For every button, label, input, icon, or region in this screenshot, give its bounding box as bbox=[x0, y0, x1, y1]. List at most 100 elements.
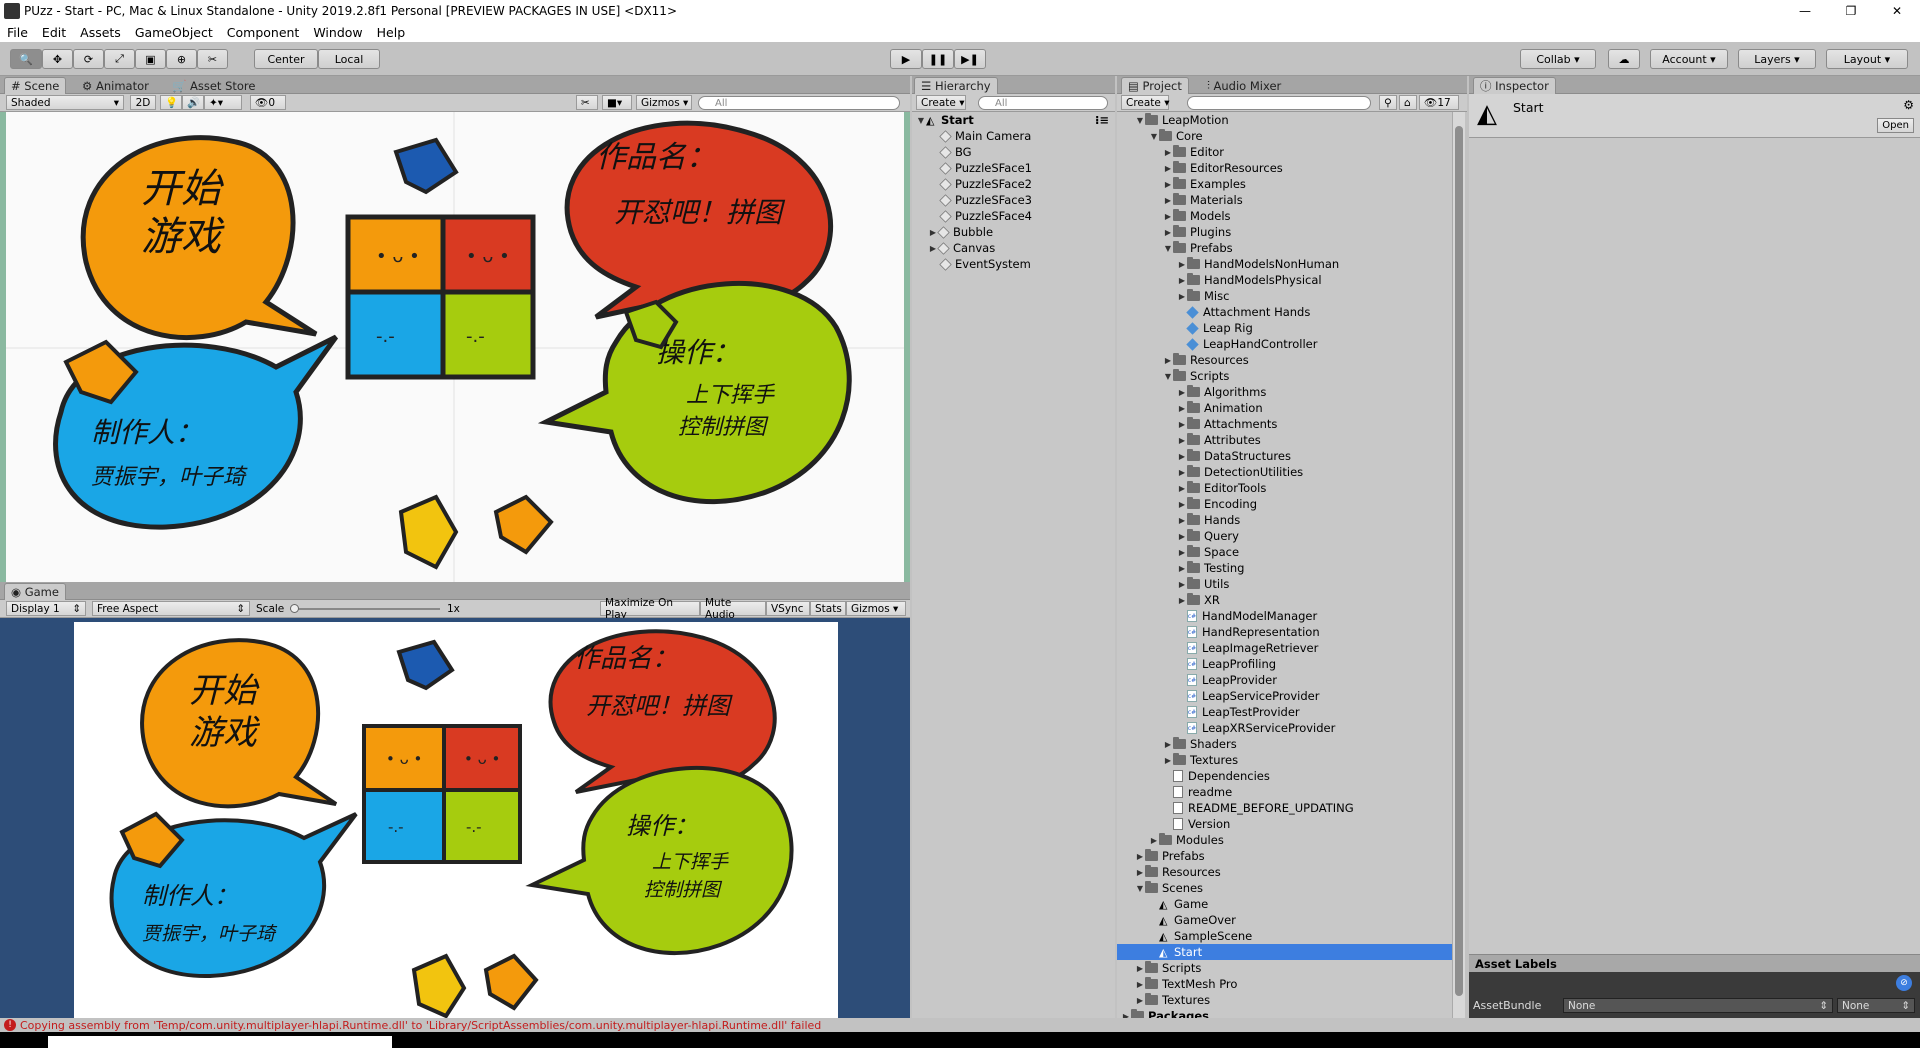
scale-slider[interactable] bbox=[290, 608, 440, 610]
collapse-arrow-icon[interactable]: ▶ bbox=[1135, 868, 1145, 877]
game-gizmos-dropdown[interactable]: Gizmos ▾ bbox=[846, 601, 906, 616]
collapse-arrow-icon[interactable]: ▶ bbox=[1135, 852, 1145, 861]
account-dropdown[interactable]: Account ▾ bbox=[1650, 49, 1728, 69]
vsync-toggle[interactable]: VSync bbox=[766, 601, 810, 616]
project-scrollbar[interactable] bbox=[1452, 112, 1465, 1018]
layout-dropdown[interactable]: Layout ▾ bbox=[1826, 49, 1908, 69]
tab-inspector[interactable]: ⓘ Inspector bbox=[1473, 77, 1556, 94]
project-item[interactable]: ▶ Examples bbox=[1117, 176, 1452, 192]
collapse-arrow-icon[interactable]: ▶ bbox=[1177, 548, 1187, 557]
custom-tool-icon[interactable]: ✂ bbox=[197, 49, 228, 69]
project-item[interactable]: ▼ Core bbox=[1117, 128, 1452, 144]
project-item[interactable]: ▶ Resources bbox=[1117, 864, 1452, 880]
tab-project[interactable]: ▤ Project bbox=[1121, 77, 1189, 94]
project-item[interactable]: ▼ LeapMotion bbox=[1117, 112, 1452, 128]
menu-help[interactable]: Help bbox=[370, 25, 413, 40]
project-item[interactable]: ▶ Misc bbox=[1117, 288, 1452, 304]
collab-dropdown[interactable]: Collab ▾ bbox=[1520, 49, 1596, 69]
project-item[interactable]: ▼ Scenes bbox=[1117, 880, 1452, 896]
2d-toggle[interactable]: 2D bbox=[130, 95, 156, 110]
project-item[interactable]: readme bbox=[1117, 784, 1452, 800]
project-item[interactable]: LeapHandController bbox=[1117, 336, 1452, 352]
collapse-arrow-icon[interactable]: ▶ bbox=[1177, 532, 1187, 541]
collapse-arrow-icon[interactable]: ▶ bbox=[1177, 276, 1187, 285]
expand-arrow-icon[interactable]: ▼ bbox=[916, 116, 926, 125]
menu-window[interactable]: Window bbox=[306, 25, 369, 40]
project-item[interactable]: c# HandModelManager bbox=[1117, 608, 1452, 624]
collapse-arrow-icon[interactable]: ▶ bbox=[1177, 580, 1187, 589]
project-item[interactable]: ▶ TextMesh Pro bbox=[1117, 976, 1452, 992]
tab-game[interactable]: ◉ Game bbox=[4, 583, 66, 600]
project-item[interactable]: c# LeapImageRetriever bbox=[1117, 640, 1452, 656]
project-item[interactable]: ▼ Prefabs bbox=[1117, 240, 1452, 256]
menu-gameobject[interactable]: GameObject bbox=[128, 25, 220, 40]
project-item[interactable]: Dependencies bbox=[1117, 768, 1452, 784]
close-button[interactable]: ✕ bbox=[1874, 0, 1920, 22]
project-item[interactable]: c# LeapProfiling bbox=[1117, 656, 1452, 672]
project-item[interactable]: ▶ DataStructures bbox=[1117, 448, 1452, 464]
hierarchy-item[interactable]: Main Camera bbox=[939, 128, 1031, 144]
effects-icon[interactable]: ✦▾ bbox=[204, 95, 242, 110]
project-item[interactable]: ◭ SampleScene bbox=[1117, 928, 1452, 944]
scene-root-row[interactable]: ▼ ◭ Start ⁝≡ bbox=[916, 112, 1115, 128]
status-bar[interactable]: ! Copying assembly from 'Temp/com.unity.… bbox=[0, 1018, 1920, 1032]
collapse-arrow-icon[interactable]: ▶ bbox=[1177, 292, 1187, 301]
hierarchy-item[interactable]: PuzzleSFace4 bbox=[939, 208, 1032, 224]
project-item[interactable]: Attachment Hands bbox=[1117, 304, 1452, 320]
collapse-arrow-icon[interactable]: ▶ bbox=[1163, 164, 1173, 173]
search-by-type-icon[interactable]: ⚲ bbox=[1379, 95, 1397, 110]
project-item[interactable]: ▶ Models bbox=[1117, 208, 1452, 224]
collapse-arrow-icon[interactable]: ▶ bbox=[1177, 388, 1187, 397]
scene-menu-icon[interactable]: ⁝≡ bbox=[1095, 113, 1109, 127]
tab-audio-mixer[interactable]: ⫶ Audio Mixer bbox=[1201, 77, 1287, 94]
project-create-dropdown[interactable]: Create ▾ bbox=[1121, 95, 1170, 110]
settings-gear-icon[interactable]: ⚙ bbox=[1903, 98, 1914, 112]
tools-icon[interactable]: ✂ bbox=[576, 95, 598, 110]
menu-edit[interactable]: Edit bbox=[35, 25, 73, 40]
tab-hierarchy[interactable]: ☰ Hierarchy bbox=[914, 77, 998, 94]
project-item[interactable]: ▶ Encoding bbox=[1117, 496, 1452, 512]
tab-scene[interactable]: # Scene bbox=[4, 77, 67, 94]
collapse-arrow-icon[interactable]: ▶ bbox=[1177, 260, 1187, 269]
project-item[interactable]: ▶ Testing bbox=[1117, 560, 1452, 576]
aspect-dropdown[interactable]: Free Aspect ⇕ bbox=[92, 601, 250, 616]
collapse-arrow-icon[interactable]: ▶ bbox=[1177, 452, 1187, 461]
minimize-button[interactable]: — bbox=[1782, 0, 1828, 22]
collapse-arrow-icon[interactable]: ▶ bbox=[1149, 836, 1159, 845]
collapse-arrow-icon[interactable]: ▶ bbox=[1177, 516, 1187, 525]
project-item[interactable]: c# LeapTestProvider bbox=[1117, 704, 1452, 720]
tab-asset-store[interactable]: 🛒 Asset Store bbox=[166, 77, 261, 94]
project-item[interactable]: ▶ EditorResources bbox=[1117, 160, 1452, 176]
project-scrollbar-thumb[interactable] bbox=[1455, 126, 1463, 996]
project-item[interactable]: ▶ Plugins bbox=[1117, 224, 1452, 240]
rect-tool-icon[interactable]: ▣ bbox=[135, 49, 166, 69]
project-item[interactable]: ▶ Scripts bbox=[1117, 960, 1452, 976]
project-item[interactable]: README_BEFORE_UPDATING bbox=[1117, 800, 1452, 816]
project-item[interactable]: ◭ Game bbox=[1117, 896, 1452, 912]
hierarchy-item[interactable]: PuzzleSFace3 bbox=[939, 192, 1032, 208]
collapse-arrow-icon[interactable]: ▶ bbox=[1177, 596, 1187, 605]
project-item[interactable]: c# LeapServiceProvider bbox=[1117, 688, 1452, 704]
project-item[interactable]: ▶ Prefabs bbox=[1117, 848, 1452, 864]
hierarchy-item[interactable]: BG bbox=[939, 144, 972, 160]
project-item[interactable]: c# LeapProvider bbox=[1117, 672, 1452, 688]
project-item[interactable]: c# HandRepresentation bbox=[1117, 624, 1452, 640]
hierarchy-item[interactable]: ▶ Bubble bbox=[928, 224, 993, 240]
project-item[interactable]: ▶ Query bbox=[1117, 528, 1452, 544]
project-item[interactable]: ▶ Space bbox=[1117, 544, 1452, 560]
expand-arrow-icon[interactable]: ▼ bbox=[1149, 132, 1159, 141]
project-item[interactable]: ▶ Shaders bbox=[1117, 736, 1452, 752]
audio-icon[interactable]: 🔊 bbox=[182, 95, 204, 110]
tab-animator[interactable]: ⚙ Animator bbox=[76, 77, 155, 94]
move-tool-icon[interactable]: ✥ bbox=[42, 49, 73, 69]
project-item[interactable]: ▶ Algorithms bbox=[1117, 384, 1452, 400]
scene-search-input[interactable]: All bbox=[698, 96, 900, 110]
open-button[interactable]: Open bbox=[1877, 118, 1914, 133]
collapse-arrow-icon[interactable]: ▶ bbox=[1163, 356, 1173, 365]
hierarchy-search-input[interactable]: All bbox=[978, 96, 1108, 110]
hierarchy-item[interactable]: PuzzleSFace2 bbox=[939, 176, 1032, 192]
display-dropdown[interactable]: Display 1 ⇕ bbox=[6, 601, 86, 616]
project-item[interactable]: ▶ Textures bbox=[1117, 992, 1452, 1008]
menu-assets[interactable]: Assets bbox=[73, 25, 128, 40]
project-item[interactable]: Version bbox=[1117, 816, 1452, 832]
